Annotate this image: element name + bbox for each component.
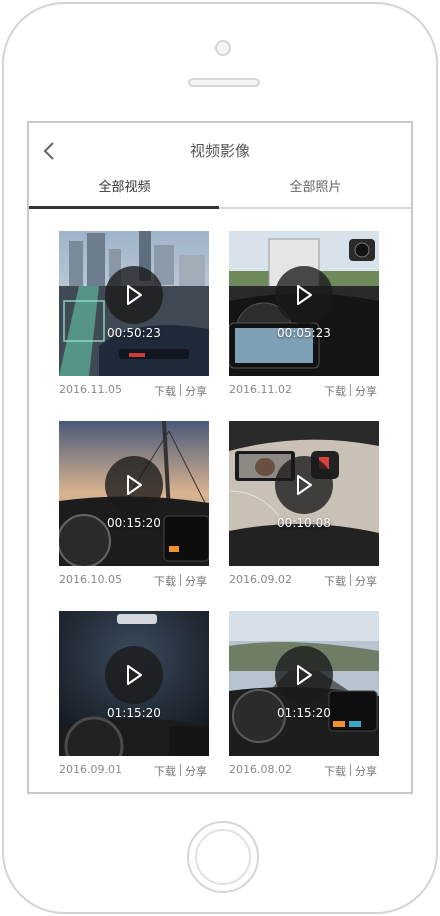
- tab-all-videos[interactable]: 全部视频: [29, 177, 220, 207]
- divider: [180, 764, 181, 776]
- play-button[interactable]: [105, 456, 163, 514]
- video-actions: 下载 分享: [324, 763, 377, 779]
- video-actions: 下载 分享: [324, 383, 377, 399]
- active-tab-indicator: [29, 206, 219, 209]
- play-icon: [297, 475, 312, 495]
- play-icon: [127, 475, 142, 495]
- home-button-ring: [195, 829, 251, 885]
- divider: [180, 384, 181, 396]
- video-meta: 2016.11.02 下载 分享: [229, 383, 379, 399]
- video-date: 2016.09.01: [59, 763, 122, 776]
- tab-bar: 全部视频 全部照片: [29, 177, 411, 209]
- video-actions: 下载 分享: [154, 763, 207, 779]
- share-button[interactable]: 分享: [185, 575, 207, 588]
- download-button[interactable]: 下载: [154, 385, 176, 398]
- play-button[interactable]: [105, 646, 163, 704]
- video-duration: 01:15:20: [277, 706, 331, 720]
- front-camera: [215, 40, 231, 56]
- play-button[interactable]: [275, 456, 333, 514]
- divider: [350, 384, 351, 396]
- video-duration: 01:15:20: [107, 706, 161, 720]
- download-button[interactable]: 下载: [324, 575, 346, 588]
- divider: [350, 574, 351, 586]
- play-icon: [297, 665, 312, 685]
- play-button[interactable]: [275, 646, 333, 704]
- video-thumbnail[interactable]: 00:10:08: [229, 421, 379, 566]
- download-button[interactable]: 下载: [154, 765, 176, 778]
- app-screen: 视频影像 全部视频 全部照片 00:50:23 2016.11.05 下载 分享…: [27, 121, 413, 794]
- play-icon: [127, 285, 142, 305]
- play-button[interactable]: [275, 266, 333, 324]
- play-icon: [297, 285, 312, 305]
- download-button[interactable]: 下载: [154, 575, 176, 588]
- video-date: 2016.10.05: [59, 573, 122, 586]
- video-thumbnail[interactable]: 01:15:20: [229, 611, 379, 756]
- video-date: 2016.09.02: [229, 573, 292, 586]
- video-duration: 00:05:23: [277, 326, 331, 340]
- video-date: 2016.08.02: [229, 763, 292, 776]
- tab-all-photos[interactable]: 全部照片: [220, 177, 411, 207]
- video-thumbnail[interactable]: 00:50:23: [59, 231, 209, 376]
- video-actions: 下载 分享: [154, 383, 207, 399]
- video-thumbnail[interactable]: 00:05:23: [229, 231, 379, 376]
- video-meta: 2016.10.05 下载 分享: [59, 573, 209, 589]
- share-button[interactable]: 分享: [185, 385, 207, 398]
- video-actions: 下载 分享: [154, 573, 207, 589]
- video-meta: 2016.09.01 下载 分享: [59, 763, 209, 779]
- divider: [350, 764, 351, 776]
- video-date: 2016.11.02: [229, 383, 292, 396]
- video-duration: 00:50:23: [107, 326, 161, 340]
- nav-bar: 视频影像: [29, 123, 411, 177]
- share-button[interactable]: 分享: [355, 385, 377, 398]
- video-thumbnail[interactable]: 00:15:20: [59, 421, 209, 566]
- earpiece-speaker: [188, 78, 260, 87]
- share-button[interactable]: 分享: [185, 765, 207, 778]
- home-button[interactable]: [187, 821, 259, 893]
- video-thumbnail[interactable]: 01:15:20: [59, 611, 209, 756]
- video-date: 2016.11.05: [59, 383, 122, 396]
- video-meta: 2016.11.05 下载 分享: [59, 383, 209, 399]
- download-button[interactable]: 下载: [324, 765, 346, 778]
- video-actions: 下载 分享: [324, 573, 377, 589]
- play-icon: [127, 665, 142, 685]
- page-title: 视频影像: [189, 142, 250, 160]
- video-meta: 2016.09.02 下载 分享: [229, 573, 379, 589]
- share-button[interactable]: 分享: [355, 765, 377, 778]
- download-button[interactable]: 下载: [324, 385, 346, 398]
- divider: [180, 574, 181, 586]
- play-button[interactable]: [105, 266, 163, 324]
- share-button[interactable]: 分享: [355, 575, 377, 588]
- video-duration: 00:15:20: [107, 516, 161, 530]
- video-duration: 00:10:08: [277, 516, 331, 530]
- video-meta: 2016.08.02 下载 分享: [229, 763, 379, 779]
